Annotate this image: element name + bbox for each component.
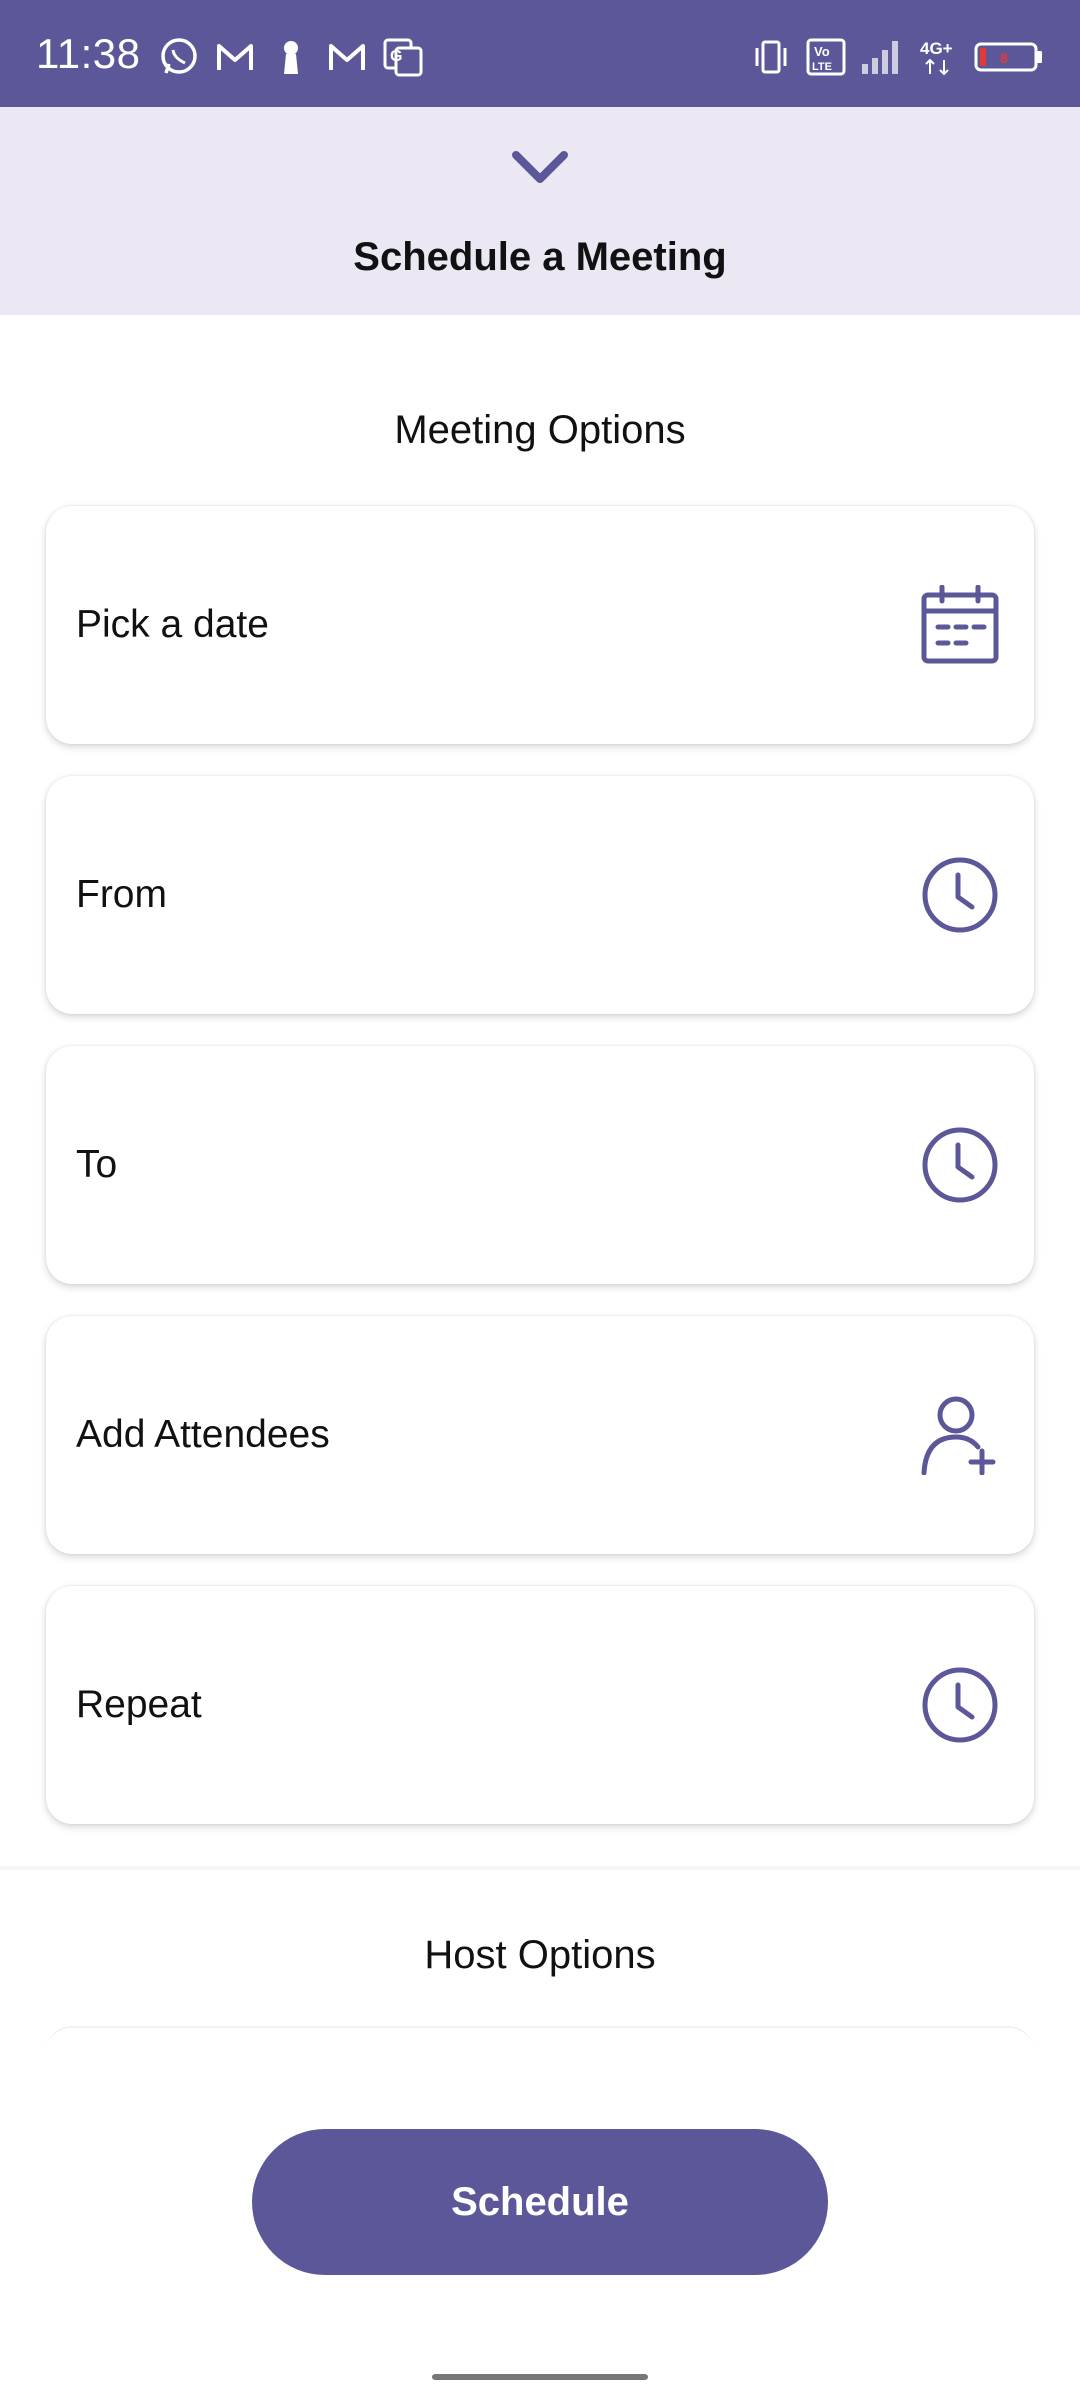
network-4g-icon: 4G+ [918,36,960,83]
section-divider [0,1866,1080,1870]
svg-text:LTE: LTE [812,61,832,73]
svg-text:Vo: Vo [814,44,830,59]
signal-icon [860,36,904,83]
meeting-options-title: Meeting Options [394,408,686,452]
sheet-header: Schedule a Meeting [0,107,1080,315]
schedule-button[interactable]: Schedule [252,2129,828,2275]
status-bar: 11:38 G Vo LTE 4G+ 8 [0,0,1080,107]
notification-icons: G [158,36,424,78]
battery-level: 8 [1000,50,1008,66]
svg-text:G: G [390,48,402,65]
translate-icon: G [382,36,424,78]
vibrate-icon [750,36,792,83]
chevron-down-icon[interactable] [510,147,570,191]
clock-icon [920,1665,1000,1745]
clock-icon [920,855,1000,935]
calendar-icon [920,584,1000,665]
from-time-card[interactable]: From [46,776,1034,1014]
svg-text:4G+: 4G+ [920,39,953,58]
add-person-icon [920,1395,1000,1476]
gmail-icon [214,36,256,78]
gmail-icon [326,36,368,78]
system-icons: Vo LTE 4G+ 8 [750,36,1044,83]
card-label: Repeat [76,1683,202,1726]
clock-icon [920,1125,1000,1205]
status-time: 11:38 [36,30,141,77]
repeat-card[interactable]: Repeat [46,1586,1034,1824]
card-label: From [76,873,167,916]
volte-icon: Vo LTE [806,36,846,83]
host-options-title: Host Options [424,1933,656,1977]
keyhole-icon [270,36,312,78]
card-label: To [76,1143,118,1186]
card-label: Add Attendees [76,1413,330,1456]
to-time-card[interactable]: To [46,1046,1034,1284]
home-indicator[interactable] [432,2374,648,2380]
add-attendees-card[interactable]: Add Attendees [46,1316,1034,1554]
card-label: Pick a date [76,603,269,646]
pick-date-card[interactable]: Pick a date [46,506,1034,744]
host-option-card[interactable] [46,2026,1034,2056]
page-title: Schedule a Meeting [353,235,727,279]
whatsapp-icon [158,36,200,78]
battery-icon: 8 [974,36,1044,83]
